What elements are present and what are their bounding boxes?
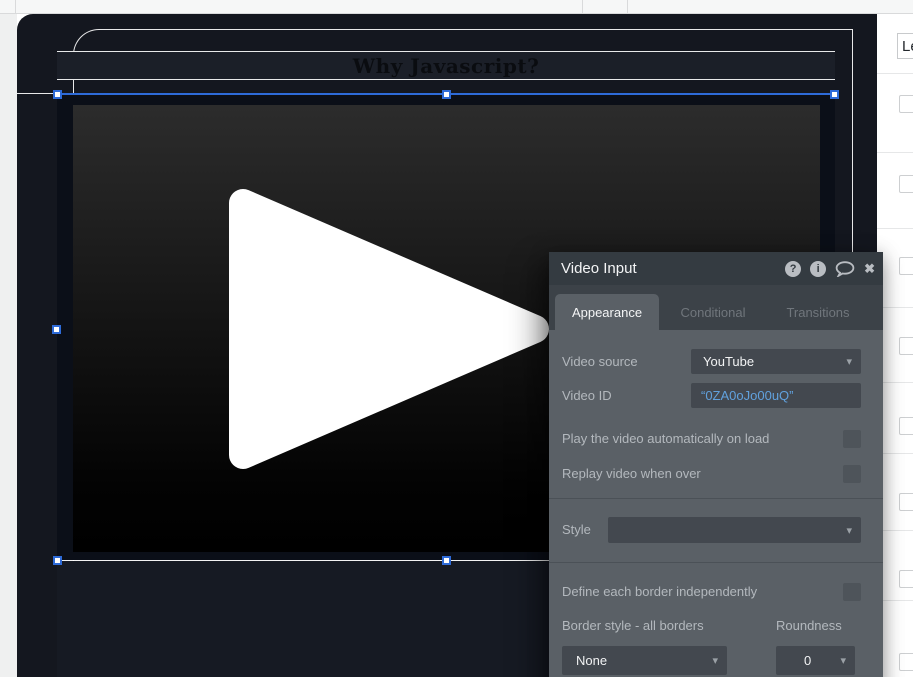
chevron-down-icon: ▾ xyxy=(840,654,846,667)
canvas-gutter xyxy=(0,14,17,677)
roundness-label: Roundness xyxy=(776,617,842,635)
chevron-down-icon: ▾ xyxy=(846,524,852,537)
strip-row-divider xyxy=(877,73,913,74)
border-style-dropdown[interactable]: None ▾ xyxy=(562,646,727,675)
define-borders-label: Define each border independently xyxy=(562,583,757,601)
panel-title: Video Input xyxy=(549,260,637,277)
replay-checkbox[interactable] xyxy=(843,465,861,483)
section-divider xyxy=(549,562,883,563)
strip-label-text: Le xyxy=(902,38,913,55)
comment-icon[interactable] xyxy=(835,261,855,277)
define-borders-checkbox[interactable] xyxy=(843,583,861,601)
tab-transitions[interactable]: Transitions xyxy=(766,294,870,330)
heading-element[interactable]: Why Javascript? xyxy=(57,51,835,80)
toolbar-divider xyxy=(582,0,583,13)
autoplay-label: Play the video automatically on load xyxy=(562,430,769,448)
strip-checkbox[interactable] xyxy=(899,493,913,511)
toolbar-divider xyxy=(15,0,16,13)
resize-handle-bottom-center[interactable] xyxy=(442,556,451,565)
resize-handle-top-center[interactable] xyxy=(442,90,451,99)
style-dropdown[interactable]: ▾ xyxy=(608,517,861,543)
panel-tabs: Appearance Conditional Transitions xyxy=(549,285,883,330)
help-icon[interactable]: ? xyxy=(785,261,801,277)
strip-checkbox[interactable] xyxy=(899,337,913,355)
strip-row-divider xyxy=(877,152,913,153)
section-divider xyxy=(549,498,883,499)
tab-appearance[interactable]: Appearance xyxy=(555,294,659,330)
video-id-label: Video ID xyxy=(562,383,612,408)
chevron-down-icon: ▾ xyxy=(846,355,852,368)
panel-body: Video source YouTube ▾ Video ID “0ZA0oJo… xyxy=(549,330,883,677)
editor-toolbar xyxy=(0,0,913,14)
strip-checkbox[interactable] xyxy=(899,417,913,435)
video-input-property-panel: Video Input ? i ✖ Appearance Conditional… xyxy=(549,252,883,677)
bubble-editor-screen: Why Javascript? Le xyxy=(0,0,913,677)
video-source-label: Video source xyxy=(562,349,638,374)
strip-label-box[interactable]: Le xyxy=(897,33,913,59)
strip-checkbox[interactable] xyxy=(899,257,913,275)
resize-handle-top-right[interactable] xyxy=(830,90,839,99)
strip-checkbox[interactable] xyxy=(899,653,913,671)
strip-checkbox[interactable] xyxy=(899,95,913,113)
close-icon[interactable]: ✖ xyxy=(864,261,875,277)
autoplay-checkbox[interactable] xyxy=(843,430,861,448)
replay-label: Replay video when over xyxy=(562,465,701,483)
panel-header[interactable]: Video Input ? i ✖ xyxy=(549,252,883,285)
strip-row-divider xyxy=(877,228,913,229)
video-source-dropdown[interactable]: YouTube ▾ xyxy=(691,349,861,374)
border-style-label: Border style - all borders xyxy=(562,617,704,635)
chevron-down-icon: ▾ xyxy=(712,654,718,667)
resize-handle-middle-left[interactable] xyxy=(52,325,61,334)
resize-handle-top-left[interactable] xyxy=(53,90,62,99)
tab-conditional[interactable]: Conditional xyxy=(661,294,765,330)
strip-checkbox[interactable] xyxy=(899,570,913,588)
video-id-input[interactable]: “0ZA0oJo00uQ” xyxy=(691,383,861,408)
strip-checkbox[interactable] xyxy=(899,175,913,193)
selection-left-stub xyxy=(17,93,57,94)
roundness-dropdown[interactable]: 0 ▾ xyxy=(776,646,855,675)
style-label: Style xyxy=(562,517,591,543)
info-icon[interactable]: i xyxy=(810,261,826,277)
resize-handle-bottom-left[interactable] xyxy=(53,556,62,565)
toolbar-divider xyxy=(627,0,628,13)
heading-text: Why Javascript? xyxy=(353,54,540,78)
